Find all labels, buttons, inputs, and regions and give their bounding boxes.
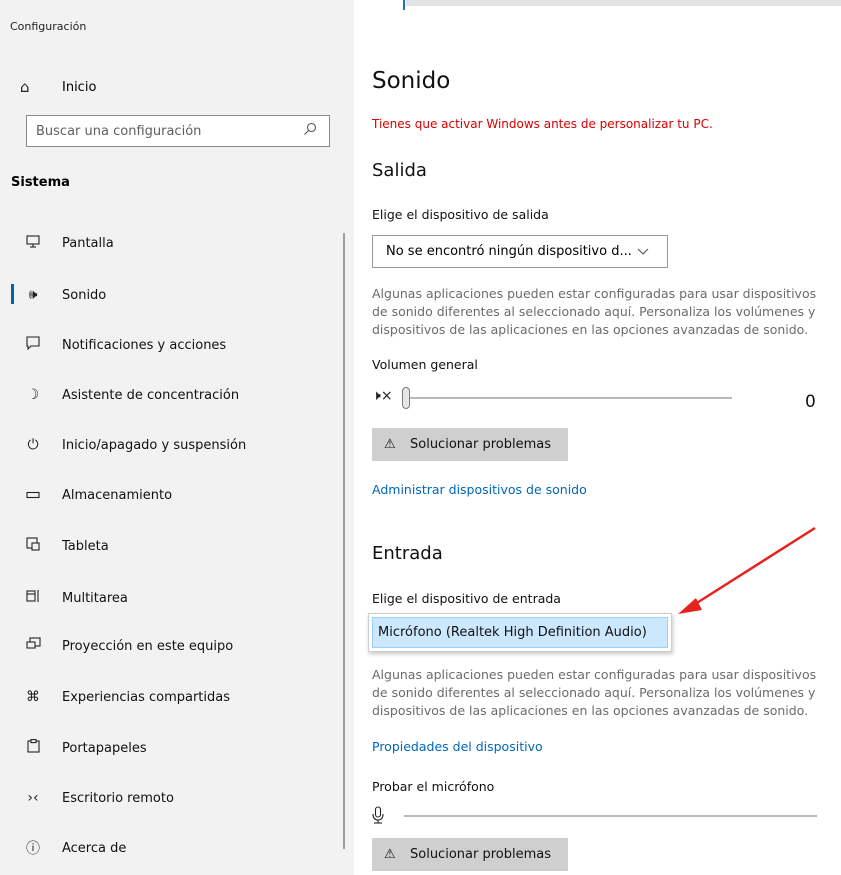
sidebar-item-sonido[interactable]: 🕪 Sonido xyxy=(0,282,340,308)
sidebar-item-label: Almacenamiento xyxy=(62,487,173,503)
sidebar-item-label: Acerca de xyxy=(62,840,127,856)
sidebar: Configuración ⌂ Inicio Buscar una config… xyxy=(0,0,354,875)
button-label: Solucionar problemas xyxy=(410,847,551,862)
sidebar-item-label: Escritorio remoto xyxy=(62,790,174,806)
warning-icon: ⚠ xyxy=(384,847,396,862)
section-heading: Sistema xyxy=(11,175,70,190)
mic-level-meter xyxy=(404,815,817,817)
sidebar-item-notificaciones[interactable]: Notificaciones y acciones xyxy=(0,332,340,358)
projection-icon xyxy=(22,637,44,655)
volume-value: 0 xyxy=(805,392,816,412)
warning-icon: ⚠ xyxy=(384,437,396,452)
input-device-label: Elige el dispositivo de entrada xyxy=(372,591,561,606)
microphone-icon xyxy=(372,806,384,828)
volume-slider-track[interactable] xyxy=(406,397,732,399)
output-device-value: No se encontró ningún dispositivo d... xyxy=(386,244,632,259)
sidebar-item-multitarea[interactable]: Multitarea xyxy=(0,585,340,611)
sidebar-item-escritorio-remoto[interactable]: ›‹ Escritorio remoto xyxy=(0,785,340,811)
sidebar-item-label: Inicio/apagado y suspensión xyxy=(62,437,247,453)
search-icon xyxy=(303,122,329,140)
tablet-icon xyxy=(22,537,44,555)
home-icon: ⌂ xyxy=(20,78,30,96)
output-troubleshoot-button[interactable]: ⚠ Solucionar problemas xyxy=(372,428,568,461)
input-device-dropdown-list[interactable]: Micrófono (Realtek High Definition Audio… xyxy=(368,613,672,652)
search-input[interactable]: Buscar una configuración xyxy=(26,115,330,147)
sidebar-item-almacenamiento[interactable]: Almacenamiento xyxy=(0,482,340,508)
output-description: Algunas aplicaciones pueden estar config… xyxy=(372,286,817,337)
sidebar-scrollbar[interactable] xyxy=(343,233,345,849)
sidebar-item-label: Proyección en este equipo xyxy=(62,638,234,654)
sidebar-item-label: Multitarea xyxy=(62,590,128,606)
sidebar-item-concentracion[interactable]: ☽ Asistente de concentración xyxy=(0,382,340,408)
main-content: Sonido Tienes que activar Windows antes … xyxy=(354,0,841,875)
sidebar-item-label: Inicio xyxy=(62,79,97,95)
input-heading: Entrada xyxy=(372,543,443,564)
mic-test-label: Probar el micrófono xyxy=(372,779,495,794)
output-heading: Salida xyxy=(372,160,427,181)
sidebar-item-label: Pantalla xyxy=(62,235,114,251)
sidebar-item-inicio-apagado[interactable]: ⏻ Inicio/apagado y suspensión xyxy=(0,432,340,458)
sidebar-item-portapapeles[interactable]: Portapapeles xyxy=(0,735,340,761)
page-title: Sonido xyxy=(372,68,451,94)
info-icon: ⓘ xyxy=(26,841,40,857)
notification-icon xyxy=(22,336,44,354)
power-icon: ⏻ xyxy=(27,437,39,453)
sidebar-item-label: Experiencias compartidas xyxy=(62,689,231,705)
search-placeholder: Buscar una configuración xyxy=(36,123,202,139)
sidebar-item-label: Asistente de concentración xyxy=(62,387,240,403)
output-device-label: Elige el dispositivo de salida xyxy=(372,207,549,222)
sidebar-item-label: Sonido xyxy=(62,287,107,303)
chevron-down-icon xyxy=(637,245,667,259)
muted-speaker-icon[interactable]: 🕨× xyxy=(372,388,393,404)
device-properties-link[interactable]: Propiedades del dispositivo xyxy=(372,739,543,754)
shared-icon: ⌘ xyxy=(26,689,40,705)
selected-indicator xyxy=(11,284,14,304)
moon-icon: ☽ xyxy=(26,387,40,403)
sidebar-item-tableta[interactable]: Tableta xyxy=(0,533,340,559)
sidebar-item-label: Notificaciones y acciones xyxy=(62,337,227,353)
clipboard-icon xyxy=(22,739,44,757)
input-description: Algunas aplicaciones pueden estar config… xyxy=(372,667,817,718)
storage-icon xyxy=(22,487,44,503)
volume-slider-thumb[interactable] xyxy=(402,387,410,409)
sidebar-item-label: Portapapeles xyxy=(62,740,147,756)
manage-devices-link[interactable]: Administrar dispositivos de sonido xyxy=(372,482,587,497)
monitor-icon xyxy=(22,234,44,252)
sidebar-item-acerca-de[interactable]: ⓘ Acerca de xyxy=(0,835,340,861)
button-label: Solucionar problemas xyxy=(410,437,551,452)
sidebar-item-experiencias[interactable]: ⌘ Experiencias compartidas xyxy=(0,684,340,710)
output-device-dropdown[interactable]: No se encontró ningún dispositivo d... xyxy=(372,235,668,268)
activation-warning: Tienes que activar Windows antes de pers… xyxy=(372,117,713,131)
app-title: Configuración xyxy=(10,20,87,33)
input-device-option[interactable]: Micrófono (Realtek High Definition Audio… xyxy=(372,617,668,648)
multitask-icon xyxy=(22,589,44,607)
sidebar-item-home[interactable]: ⌂ Inicio xyxy=(20,76,96,98)
sidebar-item-label: Tableta xyxy=(62,538,109,554)
input-troubleshoot-button[interactable]: ⚠ Solucionar problemas xyxy=(372,838,568,871)
sidebar-item-pantalla[interactable]: Pantalla xyxy=(0,230,340,256)
annotation-arrow-icon xyxy=(678,526,816,614)
volume-label: Volumen general xyxy=(372,357,478,372)
speaker-icon: 🕪 xyxy=(28,287,38,303)
sidebar-item-proyeccion[interactable]: Proyección en este equipo xyxy=(0,633,340,659)
remote-desktop-icon: ›‹ xyxy=(27,790,39,806)
